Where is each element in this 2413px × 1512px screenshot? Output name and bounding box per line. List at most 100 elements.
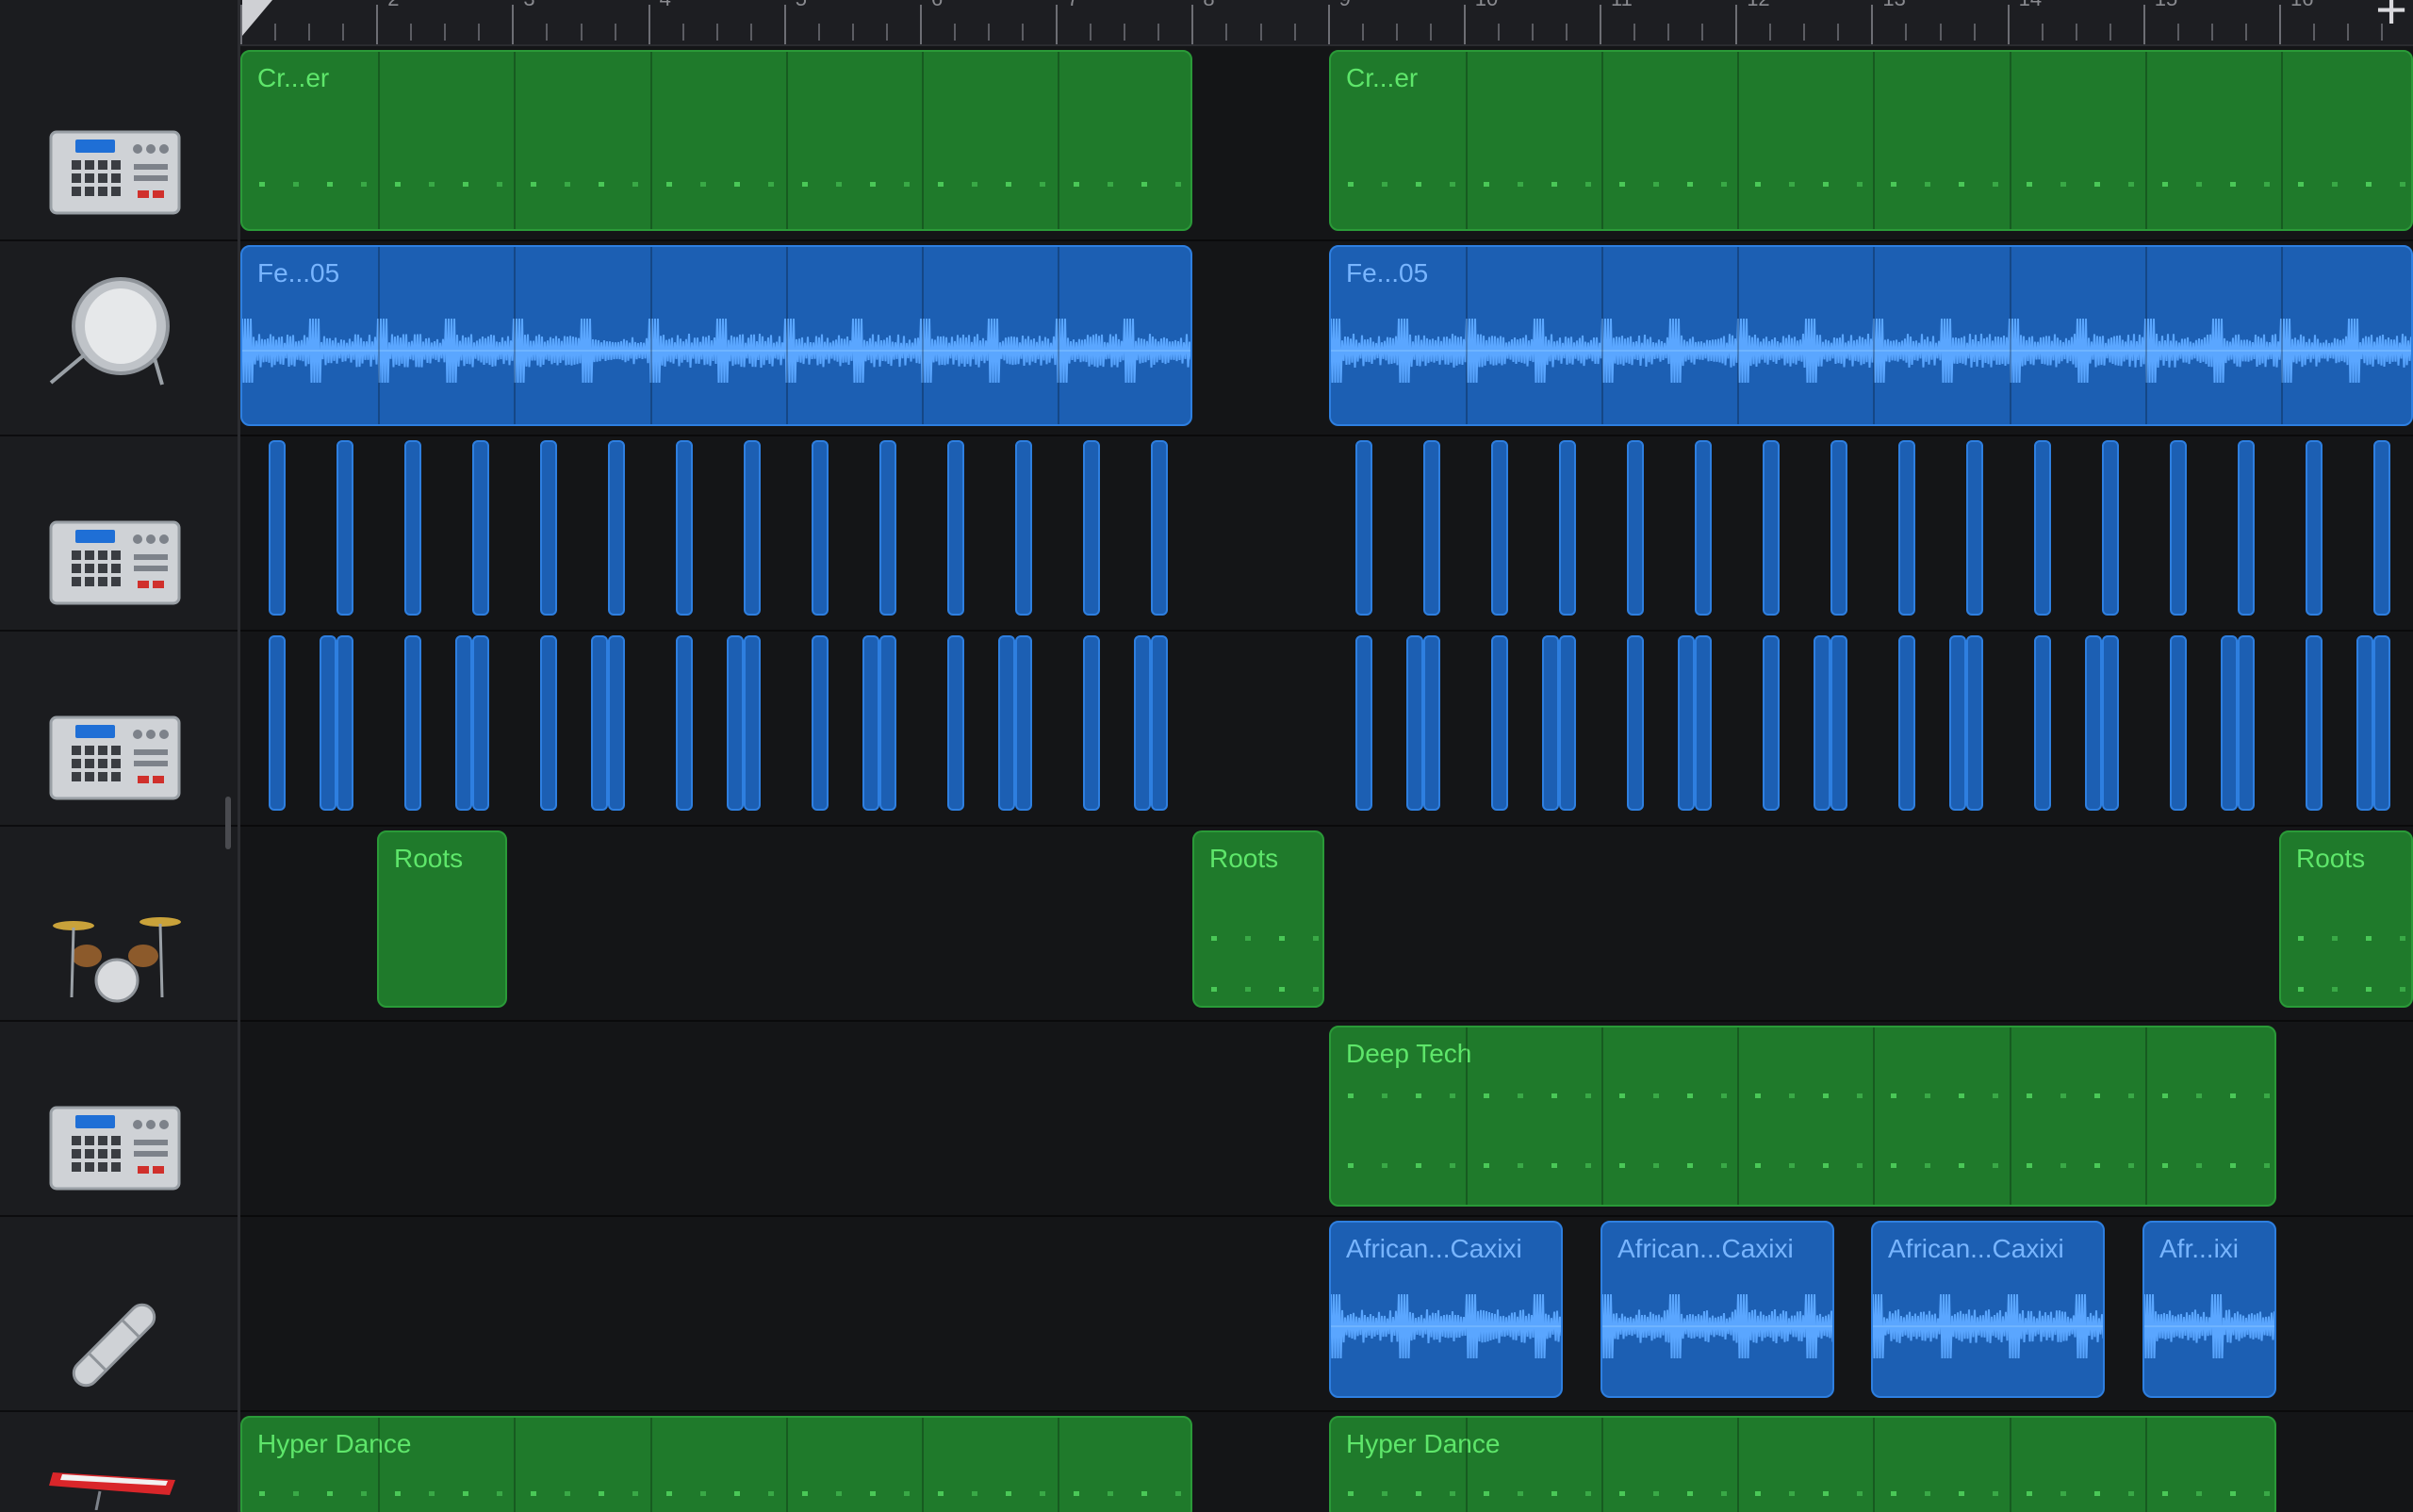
audio-clip[interactable] (591, 635, 608, 811)
audio-clip[interactable] (608, 440, 625, 616)
audio-clip[interactable] (1406, 635, 1423, 811)
audio-clip[interactable] (1015, 440, 1032, 616)
audio-clip[interactable] (1830, 635, 1847, 811)
region-roots-1[interactable]: Roots (377, 830, 507, 1008)
audio-clip[interactable] (2238, 635, 2255, 811)
track-header-1[interactable] (0, 44, 238, 241)
audio-clip[interactable] (744, 635, 761, 811)
audio-clip[interactable] (2373, 635, 2390, 811)
track-header-3[interactable] (0, 435, 238, 632)
audio-clip[interactable] (540, 440, 557, 616)
audio-clip[interactable] (1083, 635, 1100, 811)
audio-clip[interactable] (320, 635, 337, 811)
audio-clip[interactable] (1559, 635, 1576, 811)
audio-clip[interactable] (472, 635, 489, 811)
audio-clip[interactable] (1966, 440, 1983, 616)
audio-clip[interactable] (1695, 635, 1712, 811)
audio-clip[interactable] (2356, 635, 2373, 811)
region-african-caxixi-2[interactable]: African...Caxixi (1600, 1221, 1834, 1398)
audio-clip[interactable] (1134, 635, 1151, 811)
audio-clip[interactable] (337, 635, 353, 811)
audio-clip[interactable] (337, 440, 353, 616)
audio-clip[interactable] (1151, 635, 1168, 811)
audio-clip[interactable] (404, 440, 421, 616)
audio-clip[interactable] (676, 440, 693, 616)
audio-clip[interactable] (879, 440, 896, 616)
track-header-4[interactable] (0, 630, 238, 827)
audio-clip[interactable] (1966, 635, 1983, 811)
audio-clip[interactable] (2085, 635, 2102, 811)
audio-clip[interactable] (744, 440, 761, 616)
audio-clip[interactable] (1830, 440, 1847, 616)
audio-clip[interactable] (1151, 440, 1168, 616)
region-african-caxixi-4[interactable]: Afr...ixi (2142, 1221, 2276, 1398)
audio-clip[interactable] (862, 635, 879, 811)
audio-clip[interactable] (540, 635, 557, 811)
audio-clip[interactable] (812, 440, 829, 616)
audio-clip[interactable] (2034, 635, 2051, 811)
region-roots-3[interactable]: Roots (2279, 830, 2413, 1008)
track-header-6[interactable] (0, 1020, 238, 1217)
region-hyper-dance-2[interactable]: Hyper Dance (1329, 1416, 2276, 1512)
audio-clip[interactable] (1491, 635, 1508, 811)
add-button[interactable]: + (2375, 0, 2407, 38)
audio-clip[interactable] (2034, 440, 2051, 616)
region-african-caxixi-1[interactable]: African...Caxixi (1329, 1221, 1563, 1398)
audio-clip[interactable] (269, 440, 286, 616)
track-lane-3[interactable] (240, 436, 2413, 632)
track-header-5[interactable] (0, 825, 238, 1022)
audio-clip[interactable] (2306, 635, 2323, 811)
region-fe05-1[interactable]: Fe...05 (240, 245, 1192, 426)
audio-clip[interactable] (1542, 635, 1559, 811)
audio-clip[interactable] (455, 635, 472, 811)
audio-clip[interactable] (1491, 440, 1508, 616)
audio-clip[interactable] (1355, 440, 1372, 616)
audio-clip[interactable] (2238, 440, 2255, 616)
audio-clip[interactable] (1559, 440, 1576, 616)
playhead-marker-icon[interactable] (240, 0, 274, 38)
audio-clip[interactable] (676, 635, 693, 811)
region-african-caxixi-3[interactable]: African...Caxixi (1871, 1221, 2105, 1398)
audio-clip[interactable] (1423, 440, 1440, 616)
audio-clip[interactable] (1695, 440, 1712, 616)
audio-clip[interactable] (727, 635, 744, 811)
audio-clip[interactable] (1949, 635, 1966, 811)
audio-clip[interactable] (2306, 440, 2323, 616)
audio-clip[interactable] (1627, 635, 1644, 811)
audio-clip[interactable] (2102, 635, 2119, 811)
region-roots-2[interactable]: Roots (1192, 830, 1324, 1008)
track-header-7[interactable] (0, 1215, 238, 1412)
audio-clip[interactable] (1898, 635, 1915, 811)
audio-clip[interactable] (1015, 635, 1032, 811)
region-creator-1[interactable]: Cr...er (240, 50, 1192, 231)
audio-clip[interactable] (1083, 440, 1100, 616)
audio-clip[interactable] (1423, 635, 1440, 811)
timeline-ruler[interactable]: 12345678910111213141516 + (240, 0, 2413, 46)
track-header-8[interactable] (0, 1410, 238, 1512)
audio-clip[interactable] (1763, 440, 1780, 616)
audio-clip[interactable] (472, 440, 489, 616)
audio-clip[interactable] (2170, 635, 2187, 811)
audio-clip[interactable] (1814, 635, 1830, 811)
region-hyper-dance-1[interactable]: Hyper Dance (240, 1416, 1192, 1512)
audio-clip[interactable] (812, 635, 829, 811)
audio-clip[interactable] (879, 635, 896, 811)
sidebar-resize-handle[interactable] (225, 797, 231, 849)
audio-clip[interactable] (269, 635, 286, 811)
region-fe05-2[interactable]: Fe...05 (1329, 245, 2413, 426)
audio-clip[interactable] (608, 635, 625, 811)
audio-clip[interactable] (2373, 440, 2390, 616)
audio-clip[interactable] (2102, 440, 2119, 616)
tracks-area[interactable]: Cr...er Cr...er Fe...05 Fe...05 Roots Ro… (240, 46, 2413, 1512)
audio-clip[interactable] (1678, 635, 1695, 811)
audio-clip[interactable] (947, 635, 964, 811)
audio-clip[interactable] (1627, 440, 1644, 616)
audio-clip[interactable] (998, 635, 1015, 811)
audio-clip[interactable] (2221, 635, 2238, 811)
track-lane-5[interactable] (240, 827, 2413, 1022)
audio-clip[interactable] (1355, 635, 1372, 811)
audio-clip[interactable] (2170, 440, 2187, 616)
region-deep-tech[interactable]: Deep Tech (1329, 1026, 2276, 1207)
audio-clip[interactable] (404, 635, 421, 811)
region-creator-2[interactable]: Cr...er (1329, 50, 2413, 231)
